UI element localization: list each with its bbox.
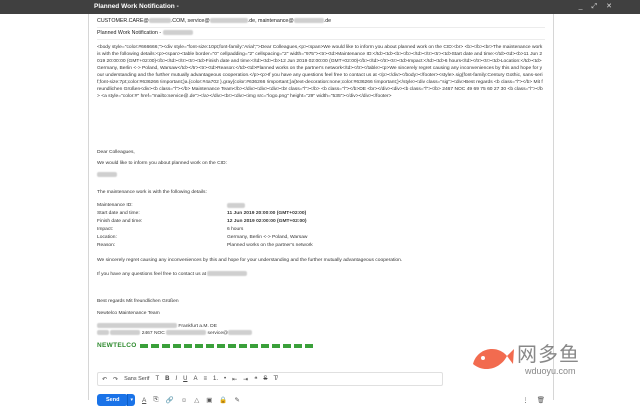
logo-text: NEWTELCO bbox=[97, 342, 137, 350]
bottom-right-actions: ⋮ 🗑 bbox=[522, 396, 545, 404]
window-titlebar: Planned Work Notification - _ ⤢ ✕ bbox=[0, 0, 640, 14]
redacted-subject bbox=[162, 30, 193, 36]
watermark-text: 网多鱼 bbox=[517, 344, 580, 366]
detail-key: Reason: bbox=[97, 243, 116, 249]
text-color-icon[interactable]: A bbox=[193, 376, 197, 382]
send-options-icon[interactable]: ▾ bbox=[127, 394, 135, 406]
detail-key: Finish date and time: bbox=[97, 219, 143, 225]
italic-icon[interactable]: I bbox=[175, 376, 177, 382]
redacted-domain bbox=[148, 18, 171, 24]
underline-icon[interactable]: U bbox=[183, 376, 187, 382]
redo-icon[interactable]: ↷ bbox=[113, 376, 118, 383]
intro-text: We would like to inform you about planne… bbox=[97, 161, 227, 166]
table-row: Location: Germany, Berlin <-> Poland, War… bbox=[97, 234, 317, 242]
numbered-list-icon[interactable]: 1. bbox=[213, 376, 218, 382]
detail-value bbox=[227, 202, 317, 210]
questions-text: If you have any questions feel free to c… bbox=[97, 270, 543, 277]
send-button[interactable]: Send bbox=[97, 394, 129, 406]
detail-key: Location: bbox=[97, 235, 117, 241]
quote-icon[interactable]: ❝ bbox=[254, 376, 257, 383]
photo-icon[interactable]: ▣ bbox=[206, 396, 212, 404]
link-icon[interactable]: 🔗 bbox=[166, 396, 174, 404]
detail-value: 6 hours bbox=[227, 227, 244, 233]
regret-text: We sincerely regret causing any inconven… bbox=[97, 257, 403, 263]
window-title: Planned Work Notification - bbox=[94, 3, 179, 10]
message-body[interactable]: <body style="color:#666666;"><div style=… bbox=[97, 44, 543, 349]
close-icon[interactable]: ✕ bbox=[606, 0, 612, 14]
signature-address: Frankfurt a.M. DE bbox=[97, 322, 543, 328]
attach-icon[interactable]: ⎘ bbox=[153, 396, 158, 404]
drive-icon[interactable]: △ bbox=[194, 396, 199, 404]
window-controls: _ ⤢ ✕ bbox=[579, 0, 612, 14]
align-icon[interactable]: ≡ bbox=[203, 376, 207, 382]
bold-icon[interactable]: B bbox=[165, 376, 169, 382]
font-select[interactable]: Sans Serif bbox=[124, 376, 149, 382]
detail-value: Germany, Berlin <-> Poland, Warsaw bbox=[227, 235, 308, 241]
formatting-toolbar: ↶ ↷ Sans Serif T B I U A ≡ 1. • ⇤ ⇥ ❝ S … bbox=[97, 372, 443, 386]
trash-icon[interactable]: 🗑 bbox=[537, 396, 545, 404]
redacted-cid bbox=[97, 172, 543, 178]
detail-key: Start date and time: bbox=[97, 211, 140, 217]
recipient-1: CUSTOMER.CARE@ bbox=[97, 18, 149, 24]
recipient-2: .COM, service@ bbox=[170, 18, 210, 24]
recipients-field[interactable]: CUSTOMER.CARE@ .COM, service@ .de, mainten… bbox=[97, 16, 545, 28]
greeting: Dear Colleagues, bbox=[97, 150, 135, 155]
redacted-domain bbox=[209, 18, 248, 24]
site-watermark: 网多鱼 wduoyu.com bbox=[465, 330, 635, 395]
fish-logo-icon bbox=[473, 349, 514, 370]
compose-bottom-bar: Send ▾ A ⎘ 🔗 ☺ △ ▣ 🔒 ✎ ⋮ 🗑 bbox=[97, 393, 545, 407]
undo-icon[interactable]: ↶ bbox=[102, 376, 107, 383]
detail-value: Planned works on the partner's network bbox=[227, 243, 313, 249]
font-size-icon[interactable]: T bbox=[155, 376, 159, 382]
strikethrough-icon[interactable]: S bbox=[263, 376, 267, 382]
emoji-icon[interactable]: ☺ bbox=[181, 397, 188, 404]
recipient-3: .de, maintenance@ bbox=[247, 18, 294, 24]
more-options-icon[interactable]: ⋮ bbox=[522, 396, 529, 404]
signature-regards: Best regards Mit freundlichen Grüßen bbox=[97, 298, 179, 304]
html-source-text: <body style="color:#666666;"><div style=… bbox=[97, 45, 543, 99]
watermark-url: wduoyu.com bbox=[525, 366, 576, 376]
fullscreen-icon[interactable]: ⤢ bbox=[592, 0, 598, 14]
detail-value: 12 Jun 2019 02:00:00 (GMT+02:00) bbox=[227, 219, 307, 225]
clear-formatting-icon[interactable]: T̸ bbox=[273, 376, 277, 382]
bulleted-list-icon[interactable]: • bbox=[224, 376, 226, 382]
indent-more-icon[interactable]: ⇥ bbox=[243, 376, 248, 383]
table-row: Maintenance ID: bbox=[97, 202, 317, 210]
detail-value: 11 Jun 2019 20:00:00 (GMT+02:00) bbox=[227, 211, 307, 217]
table-row: Impact: 6 hours bbox=[97, 226, 317, 234]
table-row: Start date and time: 11 Jun 2019 20:00:00… bbox=[97, 210, 317, 218]
table-row: Finish date and time: 12 Jun 2019 02:00:0… bbox=[97, 218, 317, 226]
signature-icon[interactable]: ✎ bbox=[235, 396, 240, 404]
formatting-options-icon[interactable]: A bbox=[142, 397, 146, 404]
subject-text: Planned Work Notification - bbox=[97, 30, 163, 36]
detail-key: Impact: bbox=[97, 227, 114, 233]
minimize-icon[interactable]: _ bbox=[579, 0, 583, 14]
subject-field[interactable]: Planned Work Notification - bbox=[97, 28, 545, 40]
signature-team: Newtelco Maintenance Team bbox=[97, 310, 160, 316]
table-row: Reason: Planned works on the partner's ne… bbox=[97, 242, 317, 250]
detail-key: Maintenance ID: bbox=[97, 203, 133, 209]
details-table: Maintenance ID: Start date and time: 11 J… bbox=[97, 202, 317, 250]
indent-less-icon[interactable]: ⇤ bbox=[232, 376, 237, 383]
recipient-suffix: .de bbox=[323, 18, 332, 24]
lock-icon[interactable]: 🔒 bbox=[219, 396, 227, 404]
details-intro: The maintenance work is with the followi… bbox=[97, 189, 207, 195]
redacted-domain bbox=[293, 18, 324, 24]
